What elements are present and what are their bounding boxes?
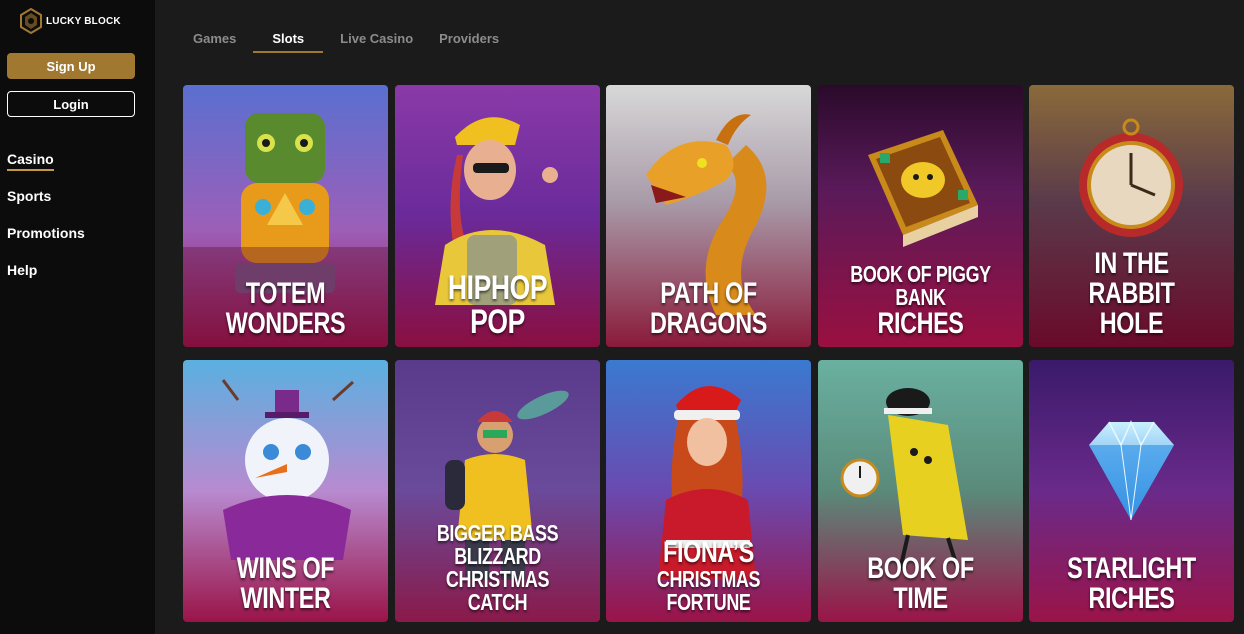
- game-title: HIPHOP POP: [417, 271, 577, 339]
- sign-up-button[interactable]: Sign Up: [7, 53, 135, 79]
- sidebar-nav: Casino Sports Promotions Help: [7, 150, 85, 298]
- game-title-line: TOTEM WONDERS: [225, 277, 346, 340]
- game-title: FIONA’S CHRISTMAS FORTUNE: [629, 538, 789, 614]
- game-title-line: STARLIGHT RICHES: [1067, 552, 1196, 615]
- game-title-line: BOOK OF PIGGY BANK: [849, 261, 991, 310]
- game-title-line: HIPHOP POP: [447, 269, 547, 341]
- game-card-bigger-bass-blizzard[interactable]: BIGGER BASS BLIZZARD CHRISTMAS CATCH: [394, 360, 600, 622]
- game-title: PATH OF DRAGONS: [629, 279, 789, 339]
- sidebar: LUCKY BLOCK Sign Up Login Casino Sports …: [0, 0, 155, 634]
- game-card-path-of-dragons[interactable]: PATH OF DRAGONS: [606, 85, 811, 347]
- tab-providers[interactable]: Providers: [430, 27, 508, 53]
- game-title: STARLIGHT RICHES: [1052, 554, 1212, 614]
- game-title-line: IN THE RABBIT: [1088, 247, 1175, 310]
- game-title-line: FIONA’S: [663, 536, 754, 569]
- game-title-line: HOLE: [1099, 307, 1164, 340]
- tab-slots[interactable]: Slots: [253, 27, 324, 53]
- game-title-line: BIGGER BASS BLIZZARD: [436, 520, 558, 569]
- game-title-line: RICHES: [876, 307, 964, 340]
- game-title: WINS OF WINTER: [206, 554, 366, 614]
- game-title: BIGGER BASS BLIZZARD CHRISTMAS CATCH: [417, 522, 577, 614]
- game-card-starlight-riches[interactable]: STARLIGHT RICHES: [1029, 360, 1234, 622]
- game-title-line: CHRISTMAS CATCH: [445, 566, 549, 615]
- brand-logo[interactable]: LUCKY BLOCK: [20, 8, 121, 34]
- game-card-hiphop-pop[interactable]: HIPHOP POP: [394, 85, 600, 347]
- game-card-book-of-piggy-bank-riches[interactable]: BOOK OF PIGGY BANK RICHES: [817, 85, 1023, 347]
- game-title-line: PATH OF DRAGONS: [650, 277, 767, 340]
- game-card-totem-wonders[interactable]: TOTEM WONDERS: [183, 85, 388, 347]
- sidebar-item-promotions[interactable]: Promotions: [7, 224, 85, 261]
- sidebar-item-label: Promotions: [7, 225, 85, 241]
- game-card-in-the-rabbit-hole[interactable]: IN THE RABBIT HOLE: [1029, 85, 1234, 347]
- sidebar-item-label: Casino: [7, 151, 54, 171]
- sidebar-item-label: Sports: [7, 188, 52, 204]
- tab-live-casino[interactable]: Live Casino: [331, 27, 422, 53]
- sidebar-item-sports[interactable]: Sports: [7, 187, 85, 224]
- login-button[interactable]: Login: [7, 91, 135, 117]
- game-title-line: CHRISTMAS FORTUNE: [656, 566, 761, 615]
- game-card-fionas-christmas-fortune[interactable]: FIONA’S CHRISTMAS FORTUNE: [606, 360, 811, 622]
- games-grid: TOTEM WONDERS HIPHOP POP PATH OF DRAGONS…: [183, 85, 1234, 622]
- brand-name: LUCKY BLOCK: [46, 15, 121, 27]
- game-title: BOOK OF PIGGY BANK RICHES: [840, 263, 1000, 339]
- sidebar-item-help[interactable]: Help: [7, 261, 85, 298]
- sidebar-item-label: Help: [7, 262, 38, 278]
- category-tabs: Games Slots Live Casino Providers: [184, 27, 516, 53]
- game-title: TOTEM WONDERS: [206, 279, 366, 339]
- game-card-wins-of-winter[interactable]: WINS OF WINTER: [183, 360, 388, 622]
- game-title: IN THE RABBIT HOLE: [1052, 249, 1212, 339]
- sidebar-item-casino[interactable]: Casino: [7, 150, 85, 187]
- tab-games[interactable]: Games: [184, 27, 245, 53]
- game-title-line: BOOK OF TIME: [866, 552, 974, 615]
- game-title-line: WINS OF WINTER: [236, 552, 335, 615]
- game-card-book-of-time[interactable]: BOOK OF TIME: [817, 360, 1023, 622]
- lucky-block-logo-icon: [20, 8, 42, 34]
- game-title: BOOK OF TIME: [840, 554, 1000, 614]
